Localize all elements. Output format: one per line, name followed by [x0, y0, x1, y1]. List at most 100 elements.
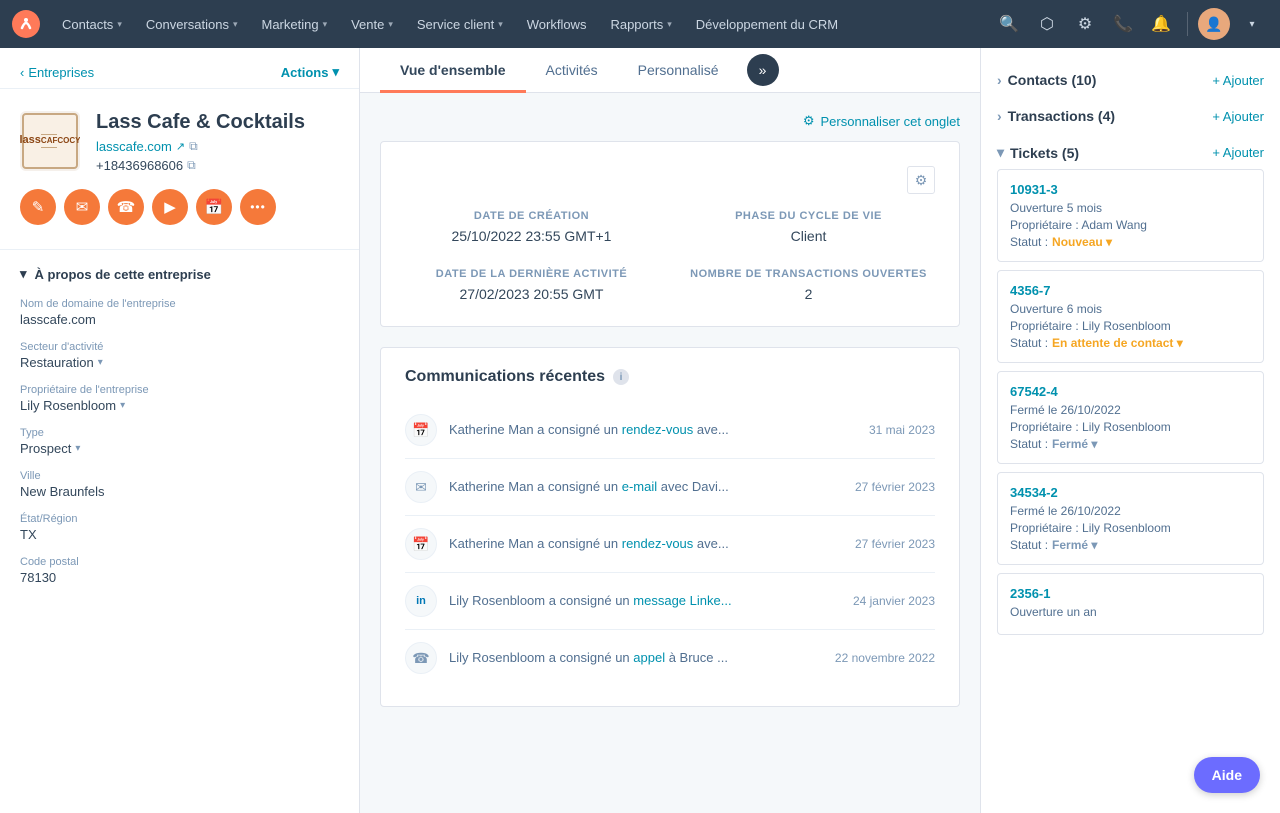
field-domain: Nom de domaine de l'entreprise lasscafe.…: [20, 298, 339, 327]
tickets-section-header[interactable]: ▾ Tickets (5) + Ajouter: [997, 136, 1264, 169]
actions-chevron-icon: ▾: [332, 64, 339, 80]
call-button[interactable]: ☎: [108, 189, 144, 225]
tickets-add-button[interactable]: + Ajouter: [1212, 145, 1264, 160]
nav-marketing[interactable]: Marketing ▾: [251, 11, 337, 38]
task-button[interactable]: 📅: [196, 189, 232, 225]
personalize-bar: ⚙ Personnaliser cet onglet: [380, 113, 960, 129]
nav-service-client[interactable]: Service client ▾: [407, 11, 513, 38]
field-ville-label: Ville: [20, 470, 339, 482]
center-content: ⚙ Personnaliser cet onglet ⚙ DATE DE CRÉ…: [360, 93, 980, 727]
meeting-button[interactable]: ▶: [152, 189, 188, 225]
copy-website-icon[interactable]: ⧉: [189, 139, 198, 154]
ticket-67542-4-status-badge[interactable]: Fermé ▾: [1052, 437, 1097, 451]
company-phone: +18436968606 ⧉: [96, 158, 305, 173]
ticket-34534-2-status-badge[interactable]: Fermé ▾: [1052, 538, 1097, 552]
metric-last-activity: DATE DE LA DERNIÈRE ACTIVITÉ 27/02/2023 …: [405, 268, 658, 302]
field-proprietaire-value[interactable]: Lily Rosenbloom ▾: [20, 398, 339, 413]
nav-contacts[interactable]: Contacts ▾: [52, 11, 132, 38]
rapports-chevron-icon: ▾: [667, 19, 672, 30]
nav-conversations[interactable]: Conversations ▾: [136, 11, 248, 38]
field-secteur-value[interactable]: Restauration ▾: [20, 355, 339, 370]
ticket-10931-3-status: Statut : Nouveau ▾: [1010, 235, 1251, 249]
field-secteur-label: Secteur d'activité: [20, 341, 339, 353]
company-website-link[interactable]: lasscafe.com ↗ ⧉: [96, 139, 305, 154]
ticket-10931-3-status-badge[interactable]: Nouveau ▾: [1052, 235, 1112, 249]
card-settings-button[interactable]: ⚙: [907, 166, 935, 194]
transactions-section-header[interactable]: › Transactions (4) + Ajouter: [997, 100, 1264, 132]
conversations-chevron-icon: ▾: [233, 19, 238, 30]
ticket-34534-2-opened: Fermé le 26/10/2022: [1010, 504, 1251, 518]
email-button[interactable]: ✉: [64, 189, 100, 225]
overview-card: ⚙ DATE DE CRÉATION 25/10/2022 23:55 GMT+…: [380, 141, 960, 327]
ticket-10931-3-link[interactable]: 10931-3: [1010, 182, 1251, 197]
comm-item-4: in Lily Rosenbloom a consigné un message…: [405, 573, 935, 630]
hubspot-logo[interactable]: [12, 10, 40, 38]
personalize-link[interactable]: Personnaliser cet onglet: [821, 114, 960, 129]
copy-phone-icon[interactable]: ⧉: [187, 158, 196, 173]
more-actions-button[interactable]: •••: [240, 189, 276, 225]
ticket-34534-2-link[interactable]: 34534-2: [1010, 485, 1251, 500]
tab-activites[interactable]: Activités: [526, 48, 618, 93]
nav-crm[interactable]: Développement du CRM: [686, 11, 848, 38]
secteur-dropdown-icon[interactable]: ▾: [98, 357, 103, 368]
field-type-value[interactable]: Prospect ▾: [20, 441, 339, 456]
nav-workflows[interactable]: Workflows: [517, 11, 597, 38]
comm-link-4[interactable]: message Linke...: [633, 593, 731, 608]
comm-link-1[interactable]: rendez-vous: [622, 422, 694, 437]
ticket-67542-4-link[interactable]: 67542-4: [1010, 384, 1251, 399]
tab-vue-ensemble[interactable]: Vue d'ensemble: [380, 48, 526, 93]
contacts-section-header[interactable]: › Contacts (10) + Ajouter: [997, 64, 1264, 96]
left-sidebar: ‹ Entreprises Actions ▾ lass CAF COCY La…: [0, 48, 360, 813]
company-info: lass CAF COCY Lass Cafe & Cocktails lass…: [0, 89, 359, 250]
proprietaire-dropdown-icon[interactable]: ▾: [120, 400, 125, 411]
comm-email-icon: ✉: [405, 471, 437, 503]
field-ville: Ville New Braunfels: [20, 470, 339, 499]
notifications-button[interactable]: 🔔: [1145, 8, 1177, 40]
note-button[interactable]: ✎: [20, 189, 56, 225]
field-codepostal-label: Code postal: [20, 556, 339, 568]
search-button[interactable]: 🔍: [993, 8, 1025, 40]
comms-info-icon[interactable]: i: [613, 369, 629, 385]
ticket-4356-7: 4356-7 Ouverture 6 mois Propriétaire : L…: [997, 270, 1264, 363]
company-logo-text: lass CAF COCY: [22, 113, 78, 169]
ticket-4356-7-opened: Ouverture 6 mois: [1010, 302, 1251, 316]
ticket-4356-7-status-badge[interactable]: En attente de contact ▾: [1052, 336, 1183, 350]
ticket-10931-3-owner: Propriétaire : Adam Wang: [1010, 218, 1251, 232]
comm-date-2: 27 février 2023: [855, 480, 935, 494]
user-avatar[interactable]: 👤: [1198, 8, 1230, 40]
comm-item-3: 📅 Katherine Man a consigné un rendez-vou…: [405, 516, 935, 573]
marketing-chevron-icon: ▾: [323, 19, 328, 30]
nav-divider: [1187, 12, 1188, 36]
settings-gear-icon: ⚙: [803, 113, 815, 129]
comm-link-3[interactable]: rendez-vous: [622, 536, 694, 551]
account-chevron-icon[interactable]: ▾: [1236, 8, 1268, 40]
field-domain-value: lasscafe.com: [20, 312, 339, 327]
center-panel: Vue d'ensemble Activités Personnalisé » …: [360, 48, 980, 813]
metric-last-activity-value: 27/02/2023 20:55 GMT: [405, 286, 658, 302]
metric-creation: DATE DE CRÉATION 25/10/2022 23:55 GMT+1: [405, 210, 658, 244]
transactions-add-button[interactable]: + Ajouter: [1212, 109, 1264, 124]
comm-link-2[interactable]: e-mail: [622, 479, 657, 494]
tabs-expand-button[interactable]: »: [747, 54, 779, 86]
contacts-section-title: › Contacts (10): [997, 72, 1096, 88]
about-section-toggle[interactable]: ▾ À propos de cette entreprise: [20, 266, 339, 282]
ticket-2356-1-link[interactable]: 2356-1: [1010, 586, 1251, 601]
comm-link-5[interactable]: appel: [633, 650, 665, 665]
marketplace-button[interactable]: ⬡: [1031, 8, 1063, 40]
contacts-add-button[interactable]: + Ajouter: [1212, 73, 1264, 88]
phone-button[interactable]: 📞: [1107, 8, 1139, 40]
type-dropdown-icon[interactable]: ▾: [75, 443, 80, 454]
external-link-icon: ↗: [176, 140, 185, 153]
nav-rapports[interactable]: Rapports ▾: [600, 11, 681, 38]
contacts-chevron-icon: ›: [997, 72, 1002, 88]
tab-personnalise[interactable]: Personnalisé: [618, 48, 739, 93]
actions-button[interactable]: Actions ▾: [281, 64, 339, 80]
help-button[interactable]: Aide: [1194, 757, 1260, 793]
nav-vente[interactable]: Vente ▾: [341, 11, 403, 38]
tickets-chevron-icon: ▾: [997, 144, 1004, 161]
settings-button[interactable]: ⚙: [1069, 8, 1101, 40]
action-icons-row: ✎ ✉ ☎ ▶ 📅 •••: [20, 185, 339, 229]
breadcrumb[interactable]: ‹ Entreprises: [20, 65, 94, 80]
field-codepostal-value: 78130: [20, 570, 339, 585]
ticket-4356-7-link[interactable]: 4356-7: [1010, 283, 1251, 298]
